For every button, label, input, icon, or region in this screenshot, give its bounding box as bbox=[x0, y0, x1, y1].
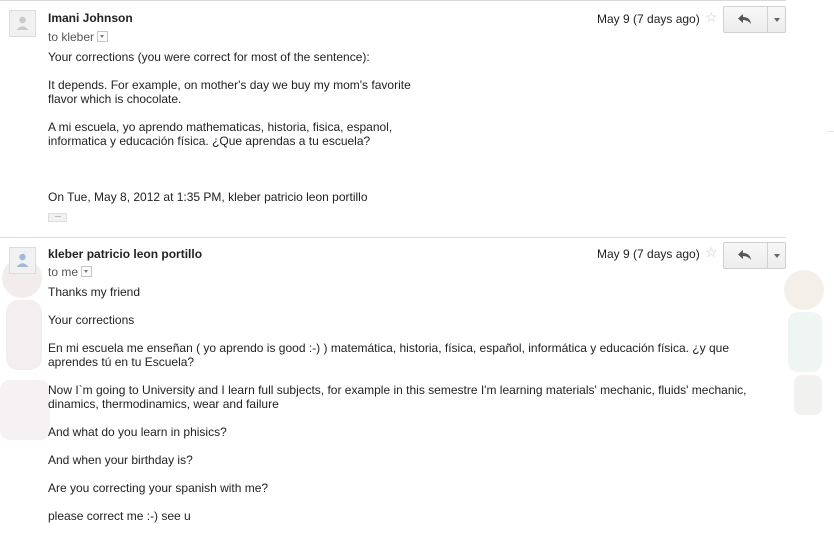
more-options-button[interactable] bbox=[767, 243, 786, 268]
recipient-details[interactable]: to me bbox=[48, 265, 93, 279]
message-body-line: Your corrections (you were correct for m… bbox=[48, 50, 370, 64]
reply-icon bbox=[738, 14, 751, 24]
message-body-line: aprendes tú en tu Escuela? bbox=[48, 355, 195, 369]
message-body-line: informatica y educación física. ¿Que apr… bbox=[48, 134, 371, 148]
divider bbox=[0, 237, 786, 238]
message-kleber: kleber patricio leon portillo to me May … bbox=[0, 237, 786, 534]
message-body-line: And when your birthday is? bbox=[48, 453, 193, 467]
message-body-line: Now I`m going to University and I learn … bbox=[48, 383, 747, 397]
details-dropdown-icon[interactable] bbox=[97, 31, 109, 42]
message-body-line: Thanks my friend bbox=[48, 285, 141, 299]
message-body-line: Your corrections bbox=[48, 313, 135, 327]
quoted-header-line: On Tue, May 8, 2012 at 1:35 PM, kleber p… bbox=[48, 190, 368, 204]
avatar bbox=[9, 247, 36, 274]
star-icon[interactable]: ☆ bbox=[705, 244, 718, 261]
sender-name[interactable]: kleber patricio leon portillo bbox=[48, 247, 202, 261]
reply-button[interactable] bbox=[724, 243, 767, 268]
message-body-line: And what do you learn in phisics? bbox=[48, 425, 227, 439]
recipient-details[interactable]: to kleber bbox=[48, 30, 109, 44]
details-dropdown-icon[interactable] bbox=[81, 266, 93, 277]
sender-name[interactable]: Imani Johnson bbox=[48, 11, 133, 25]
message-body-line: dinamics, thermodinamics, wear and failu… bbox=[48, 397, 279, 411]
message-body-line: Are you correcting your spanish with me? bbox=[48, 481, 269, 495]
avatar bbox=[9, 10, 36, 37]
more-options-button[interactable] bbox=[767, 7, 786, 32]
show-trimmed-content-button[interactable]: ··· bbox=[48, 212, 67, 222]
message-date: May 9 (7 days ago) bbox=[597, 247, 700, 261]
star-icon[interactable]: ☆ bbox=[705, 9, 718, 26]
person-icon bbox=[16, 16, 29, 30]
edge-mark bbox=[827, 131, 834, 132]
reply-icon bbox=[738, 250, 751, 260]
reply-button[interactable] bbox=[724, 7, 767, 32]
recipient-label: to me bbox=[48, 265, 79, 279]
message-imani-johnson: Imani Johnson to kleber May 9 (7 days ag… bbox=[0, 0, 786, 236]
message-body-line: A mi escuela, yo aprendo mathematicas, h… bbox=[48, 120, 393, 134]
message-body-line: flavor which is chocolate. bbox=[48, 92, 182, 106]
message-body-line: It depends. For example, on mother's day… bbox=[48, 78, 411, 92]
message-date: May 9 (7 days ago) bbox=[597, 12, 700, 26]
message-body-line: please correct me :-) see u bbox=[48, 509, 191, 523]
reply-button-group bbox=[723, 242, 786, 269]
reply-button-group bbox=[723, 6, 786, 33]
message-body-line: En mi escuela me enseñan ( yo aprendo is… bbox=[48, 341, 729, 355]
recipient-label: to kleber bbox=[48, 30, 95, 44]
divider bbox=[0, 0, 786, 1]
person-icon bbox=[16, 253, 29, 267]
